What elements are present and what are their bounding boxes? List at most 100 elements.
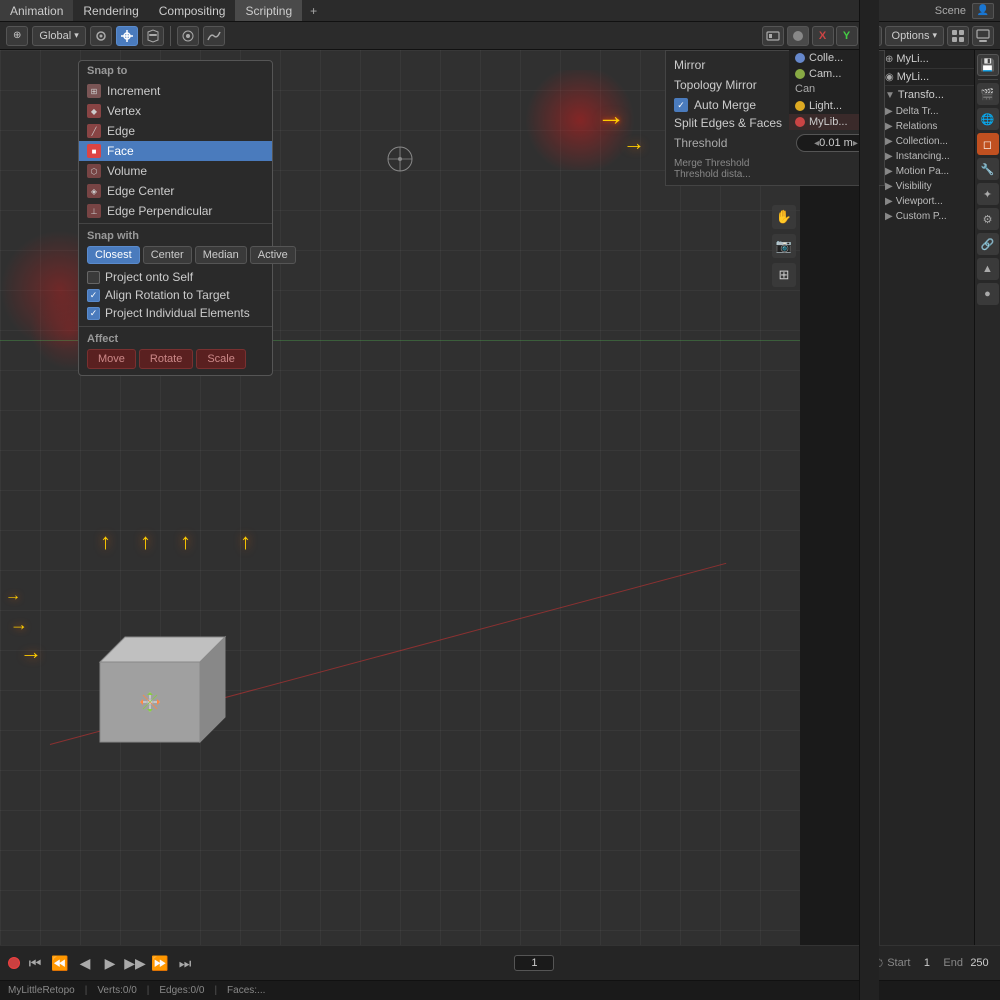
viewport-section[interactable]: ▶ Viewport... (880, 194, 974, 209)
threshold-label: Threshold (674, 136, 796, 150)
snap-increment-icon: ⊞ (87, 84, 101, 98)
align-rotation-checkbox[interactable] (87, 289, 100, 302)
constraints-prop-icon[interactable]: 🔗 (977, 233, 999, 255)
scene-prop-icon[interactable]: 🎬 (977, 83, 999, 105)
object-prop-icon[interactable]: ◻ (977, 133, 999, 155)
light-dot (795, 101, 805, 111)
pivot-point-btn[interactable] (90, 26, 112, 46)
instancing-section[interactable]: ▶ Instancing... (880, 149, 974, 164)
project-onto-self-row: Project onto Self (87, 268, 264, 286)
end-value: 250 (967, 957, 992, 969)
motion-paths-label: Motion Pa... (896, 166, 949, 177)
save-btn[interactable]: 💾 (977, 54, 999, 76)
snap-vertex[interactable]: ◆ Vertex (79, 101, 272, 121)
project-onto-self-checkbox[interactable] (87, 271, 100, 284)
timeline-record-btn[interactable] (8, 957, 20, 969)
props-header: ⊕ MyLi... (880, 50, 974, 69)
snap-vertex-icon: ◆ (87, 104, 101, 118)
layout-toggle-btn[interactable] (947, 26, 969, 46)
cube-3d (80, 602, 240, 765)
material-prop-icon[interactable]: ● (977, 283, 999, 305)
menu-compositing[interactable]: Compositing (149, 0, 236, 21)
play-btn[interactable]: ▶ (100, 953, 120, 973)
physics-prop-icon[interactable]: ⚙ (977, 208, 999, 230)
data-prop-icon[interactable]: ▲ (977, 258, 999, 280)
visibility-section[interactable]: ▶ Visibility (880, 179, 974, 194)
world-prop-icon[interactable]: 🌐 (977, 108, 999, 130)
proportional-edit-btn[interactable] (177, 26, 199, 46)
custom-props-label: Custom P... (896, 211, 947, 222)
props-sub-icon: ◉ (885, 72, 894, 83)
snap-to-title: Snap to (79, 61, 272, 81)
editor-type-btn[interactable]: ⊕ (6, 26, 28, 46)
relations-section[interactable]: ▶ Relations (880, 119, 974, 134)
snap-face-icon: ■ (87, 144, 101, 158)
menu-rendering[interactable]: Rendering (73, 0, 148, 21)
main-toolbar: ⊕ Global ▾ (0, 22, 1000, 50)
arrow-up-3: ↑ (180, 529, 191, 555)
auto-merge-label: Auto Merge (694, 98, 756, 112)
project-individual-row: Project Individual Elements (87, 304, 264, 322)
jump-start-btn[interactable]: ⏮ (25, 953, 45, 973)
viewport-options-btn[interactable]: Options ▾ (885, 26, 944, 46)
next-keyframe-btn[interactable]: ⏩ (150, 953, 170, 973)
snap-median-btn[interactable]: Median (195, 246, 247, 264)
affect-rotate-btn[interactable]: Rotate (139, 349, 193, 369)
snap-face[interactable]: ■ Face (79, 141, 272, 161)
auto-merge-checkbox[interactable] (674, 98, 688, 112)
collection-section[interactable]: ▶ Collection... (880, 134, 974, 149)
affect-move-btn[interactable]: Move (87, 349, 136, 369)
snap-toggle-btn[interactable] (116, 26, 138, 46)
affect-scale-btn[interactable]: Scale (196, 349, 246, 369)
jump-end-btn[interactable]: ⏭ (175, 953, 195, 973)
snap-options-btn[interactable] (142, 26, 164, 46)
snap-with-section: Snap with Closest Center Median Active P… (79, 226, 272, 324)
curve-type-btn[interactable] (203, 26, 225, 46)
snap-volume-icon: ⬡ (87, 164, 101, 178)
snap-edge-center[interactable]: ◈ Edge Center (79, 181, 272, 201)
screen-layout-btn[interactable] (972, 26, 994, 46)
transform-section-header[interactable]: ▼ Transfo... (880, 86, 974, 104)
hand-tool-icon[interactable]: ✋ (772, 205, 796, 229)
snap-closest-btn[interactable]: Closest (87, 246, 140, 264)
viewport-display-btn[interactable] (762, 26, 784, 46)
viewport-shading-btn[interactable] (787, 26, 809, 46)
viewport-gizmo[interactable] (386, 145, 414, 176)
camera-view-icon[interactable]: 📷 (772, 234, 796, 258)
transform-orientation-btn[interactable]: Global ▾ (32, 26, 85, 46)
arrow-left-1: → (20, 639, 42, 665)
particles-prop-icon[interactable]: ✦ (977, 183, 999, 205)
project-individual-checkbox[interactable] (87, 307, 100, 320)
prev-frame-btn[interactable]: ◀ (75, 953, 95, 973)
next-frame-btn[interactable]: ▶▶ (125, 953, 145, 973)
merge-threshold-info: Merge Threshold Threshold dista... (674, 156, 876, 180)
menubar: Animation Rendering Compositing Scriptin… (0, 0, 1000, 22)
motion-paths-section[interactable]: ▶ Motion Pa... (880, 164, 974, 179)
y-axis-btn[interactable]: Y (836, 26, 858, 46)
grid-view-icon[interactable]: ⊞ (772, 263, 796, 287)
snap-center-btn[interactable]: Center (143, 246, 192, 264)
snap-volume[interactable]: ⬡ Volume (79, 161, 272, 181)
menu-animation[interactable]: Animation (0, 0, 73, 21)
snap-active-btn[interactable]: Active (250, 246, 296, 264)
modifier-prop-icon[interactable]: 🔧 (977, 158, 999, 180)
custom-props-section[interactable]: ▶ Custom P... (880, 209, 974, 224)
start-value: 1 (914, 957, 939, 969)
menu-add-workspace[interactable]: + (302, 0, 325, 21)
current-frame-input[interactable]: 1 (514, 955, 554, 971)
snap-edge-perp[interactable]: ⊥ Edge Perpendicular (79, 201, 272, 221)
menu-scripting[interactable]: Scripting (235, 0, 302, 21)
instancing-label: Instancing... (896, 151, 950, 162)
delta-tr-arrow: ▶ (885, 106, 893, 117)
prev-keyframe-btn[interactable]: ⏪ (50, 953, 70, 973)
x-axis-btn[interactable]: X (812, 26, 834, 46)
user-menu-btn[interactable]: 👤 (972, 3, 994, 19)
arrow-right-1: ↑ (240, 529, 251, 555)
instancing-arrow: ▶ (885, 151, 893, 162)
delta-tr-section[interactable]: ▶ Delta Tr... (880, 104, 974, 119)
affect-title: Affect (87, 333, 264, 345)
align-rotation-row: Align Rotation to Target (87, 286, 264, 304)
colle-dot (795, 53, 805, 63)
snap-increment[interactable]: ⊞ Increment (79, 81, 272, 101)
snap-edge[interactable]: ╱ Edge (79, 121, 272, 141)
